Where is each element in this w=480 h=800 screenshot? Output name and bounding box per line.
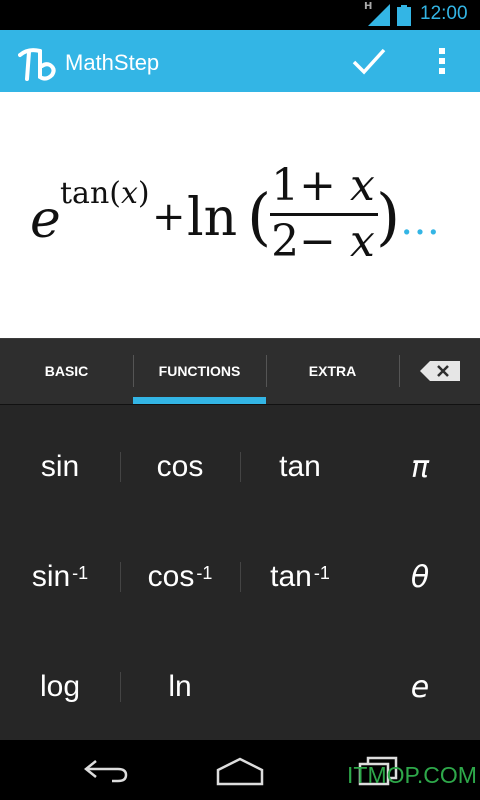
expression-exponent: tan(x): [60, 176, 150, 211]
tab-selected-indicator: [133, 397, 266, 404]
mathstep-logo-icon[interactable]: [18, 45, 58, 83]
signal-strength-icon: [368, 4, 390, 26]
key-tan[interactable]: tan: [240, 412, 360, 522]
tab-functions[interactable]: FUNCTIONS: [133, 338, 266, 404]
backspace-button[interactable]: [400, 338, 480, 404]
key-pi[interactable]: π: [360, 412, 480, 522]
expression-ln: ln: [187, 188, 238, 248]
tab-extra[interactable]: EXTRA: [266, 338, 399, 404]
key-theta[interactable]: θ: [360, 522, 480, 632]
watermark: ITMOP.COM: [347, 762, 477, 788]
key-cos[interactable]: cos: [120, 412, 240, 522]
backspace-icon: [420, 361, 460, 381]
battery-icon: [397, 5, 411, 26]
key-empty: [240, 632, 360, 742]
status-clock: 12:00: [420, 3, 468, 24]
tab-basic[interactable]: BASIC: [0, 338, 133, 404]
expression-plus: +: [152, 194, 186, 240]
key-arctan[interactable]: tan -1: [240, 522, 360, 632]
key-arcsin[interactable]: sin -1: [0, 522, 120, 632]
key-sin[interactable]: sin: [0, 412, 120, 522]
expression-close-paren: ): [376, 180, 401, 253]
home-icon[interactable]: [214, 756, 266, 786]
overflow-menu-icon[interactable]: [430, 43, 454, 79]
expression-continuation: …: [400, 198, 440, 244]
math-expression[interactable]: e tan(x) + ln ( 1+ x 2− x ) …: [30, 160, 450, 270]
key-ln[interactable]: ln: [120, 632, 240, 742]
key-e[interactable]: e: [360, 632, 480, 742]
key-arccos[interactable]: cos -1: [120, 522, 240, 632]
expression-base: e: [30, 190, 61, 250]
back-icon[interactable]: [82, 757, 130, 785]
status-bar: H 12:00: [0, 0, 480, 30]
app-title: MathStep: [65, 50, 160, 75]
key-log[interactable]: log: [0, 632, 120, 742]
fraction-denominator: 2− x: [271, 216, 375, 267]
fraction-numerator: 1+ x: [271, 160, 375, 211]
check-icon[interactable]: [350, 44, 388, 80]
